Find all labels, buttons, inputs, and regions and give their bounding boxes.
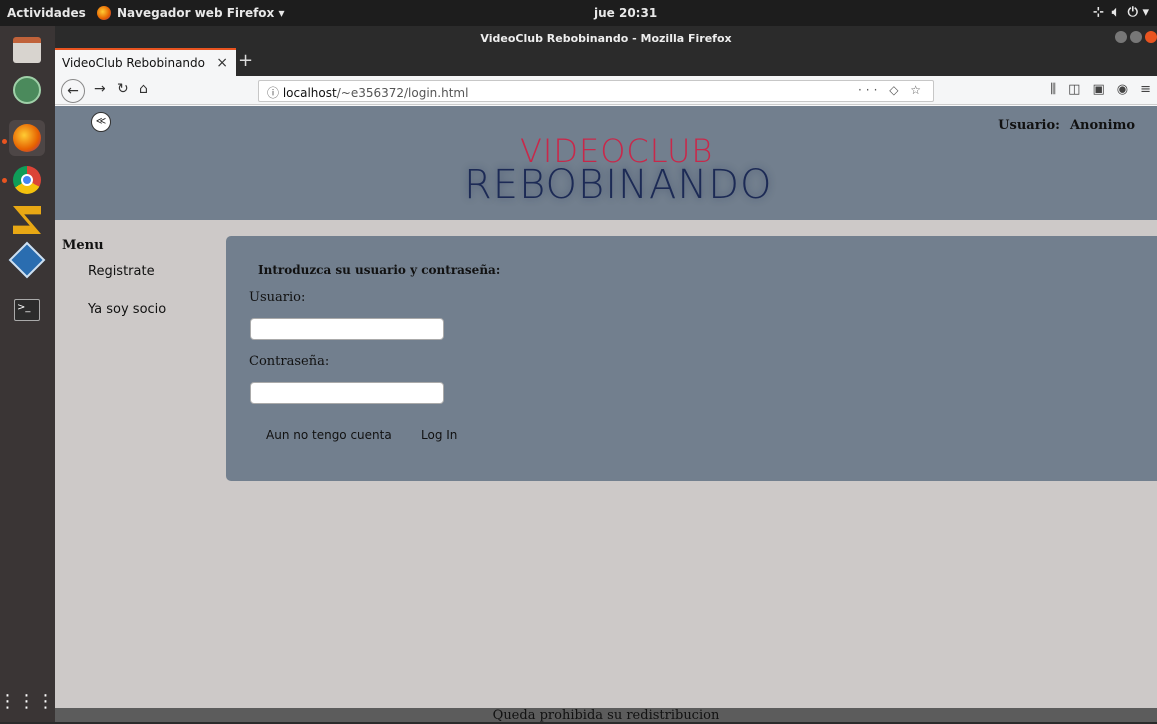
volume-icon: 🔈︎ [1111, 5, 1120, 20]
atom-icon[interactable] [9, 72, 45, 108]
home-icon[interactable]: ⌂ [139, 81, 148, 97]
username-input[interactable] [250, 318, 444, 340]
toolbar-right: ⫼ ◫ ▣ ◉ ≡ [1050, 82, 1151, 97]
chrome-icon[interactable] [9, 162, 45, 198]
rewind-icon[interactable]: ≪ [91, 112, 111, 132]
url-bar[interactable]: ⓘ localhost/~e356372/login.html ··· ◇ ☆ [258, 80, 934, 102]
system-tray[interactable]: ⊹ 🔈︎ ⏻ ▾ [1093, 5, 1149, 20]
reload-icon[interactable]: ↻ [117, 81, 129, 97]
url-path: /~e356372/login.html [336, 86, 469, 100]
menu-item-registrate[interactable]: Registrate [88, 264, 155, 279]
menu-title: Menu [62, 238, 104, 253]
hamburger-menu-icon[interactable]: ≡ [1140, 82, 1151, 97]
login-title: Introduzca su usuario y contraseña: [258, 263, 501, 277]
window-title: VideoClub Rebobinando - Mozilla Firefox [480, 32, 732, 45]
page-footer: Queda prohibida su redistribucion [55, 708, 1157, 723]
sidebar-icon[interactable]: ◫ [1068, 82, 1080, 97]
activities-button[interactable]: Actividades [7, 6, 86, 20]
account-icon[interactable]: ◉ [1117, 82, 1128, 97]
back-icon[interactable]: ← [61, 79, 85, 103]
tab-label: VideoClub Rebobinando [62, 56, 205, 70]
ubuntu-dock: >_ ⋮⋮⋮ [0, 26, 55, 722]
filezilla-icon[interactable] [9, 202, 45, 238]
firefox-window: VideoClub Rebobinando - Mozilla Firefox … [55, 26, 1157, 723]
firefox-dock-icon[interactable] [9, 120, 45, 156]
page-header: ≪ Usuario: Anonimo VIDEOCLUB REBOBINANDO [55, 106, 1157, 220]
web-page: ≪ Usuario: Anonimo VIDEOCLUB REBOBINANDO … [55, 106, 1157, 723]
firefox-icon [97, 6, 111, 20]
no-account-link[interactable]: Aun no tengo cuenta [266, 428, 392, 442]
network-icon: ⊹ [1092, 5, 1104, 20]
menu-item-ya-soy-socio[interactable]: Ya soy socio [88, 302, 166, 317]
running-indicator [2, 178, 7, 183]
minimize-icon[interactable] [1115, 31, 1127, 43]
site-info-icon[interactable]: ⓘ [267, 86, 279, 100]
username-label: Usuario: [249, 290, 306, 305]
tab-videoclub[interactable]: VideoClub Rebobinando × [55, 48, 236, 76]
navigation-toolbar: ← → ↻ ⌂ ⓘ localhost/~e356372/login.html … [55, 76, 1157, 105]
virtualbox-icon[interactable] [8, 241, 46, 279]
login-link[interactable]: Log In [421, 428, 457, 442]
password-input[interactable] [250, 382, 444, 404]
page-actions-icon[interactable]: ··· ◇ ☆ [858, 83, 925, 97]
close-window-icon[interactable] [1145, 31, 1157, 43]
show-apps-icon[interactable]: ⋮⋮⋮ [0, 684, 55, 720]
library-icon[interactable]: ⫼ [1050, 82, 1056, 97]
close-tab-icon[interactable]: × [216, 55, 228, 71]
window-titlebar[interactable]: VideoClub Rebobinando - Mozilla Firefox [55, 26, 1157, 48]
password-label: Contraseña: [249, 354, 330, 369]
user-status: Usuario: Anonimo [998, 118, 1135, 133]
user-label: Usuario: [998, 118, 1060, 133]
logo-line-2: REBOBINANDO [464, 162, 773, 208]
window-controls [1115, 31, 1157, 43]
extension-icon[interactable]: ▣ [1092, 82, 1104, 97]
files-icon[interactable] [9, 32, 45, 68]
maximize-icon[interactable] [1130, 31, 1142, 43]
running-indicator [2, 139, 7, 144]
new-tab-icon[interactable]: + [238, 50, 253, 71]
forward-icon[interactable]: → [94, 81, 106, 97]
login-panel: Introduzca su usuario y contraseña: Usua… [226, 236, 1157, 481]
url-host: localhost [282, 86, 337, 100]
tab-strip: VideoClub Rebobinando × + [55, 48, 1157, 76]
gnome-top-bar: Actividades Navegador web Firefox ▾ jue … [0, 0, 1157, 26]
user-name: Anonimo [1069, 118, 1135, 133]
app-menu[interactable]: Navegador web Firefox ▾ [97, 6, 284, 20]
terminal-icon[interactable]: >_ [9, 292, 45, 328]
power-icon: ⏻ ▾ [1127, 5, 1149, 20]
clock[interactable]: jue 20:31 [594, 6, 657, 20]
app-menu-label: Navegador web Firefox ▾ [117, 6, 285, 20]
